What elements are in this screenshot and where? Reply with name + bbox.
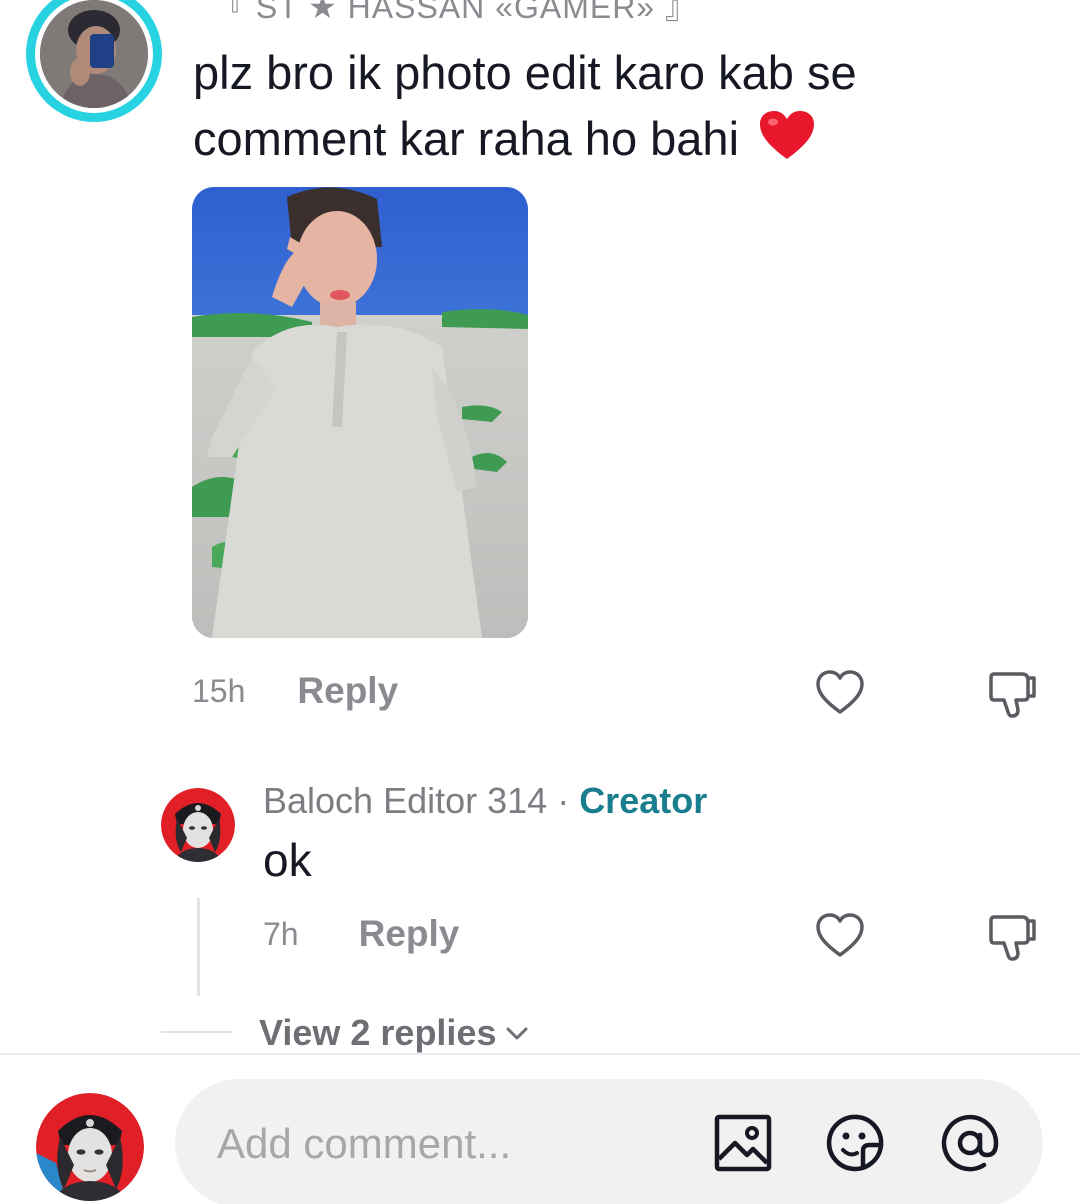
reply-author-line: Baloch Editor 314 · Creator bbox=[263, 780, 707, 822]
mention-at-icon[interactable] bbox=[938, 1111, 1002, 1175]
reply-author-name[interactable]: Baloch Editor 314 bbox=[263, 780, 547, 821]
creator-avatar[interactable] bbox=[161, 788, 235, 862]
view-replies-label: View 2 replies bbox=[259, 1012, 497, 1053]
reply-text: ok bbox=[263, 834, 312, 886]
comments-panel: 『 ST ★ HASSAN «GAMER» 』 plz bro ik photo… bbox=[0, 0, 1080, 1204]
thread-line bbox=[197, 898, 200, 996]
heart-outline-icon[interactable] bbox=[814, 910, 866, 962]
my-avatar[interactable] bbox=[36, 1093, 144, 1201]
reply-button[interactable]: Reply bbox=[297, 670, 398, 712]
view-replies-divider bbox=[161, 1031, 233, 1033]
thumbs-down-icon[interactable] bbox=[986, 909, 1040, 963]
add-comment-input[interactable] bbox=[215, 1113, 679, 1175]
image-icon[interactable] bbox=[711, 1111, 775, 1175]
author-separator: · bbox=[547, 780, 580, 821]
emoji-icon[interactable] bbox=[823, 1111, 887, 1175]
heart-outline-icon[interactable] bbox=[814, 667, 866, 719]
creator-badge: Creator bbox=[579, 780, 708, 821]
comment-text: plz bro ik photo edit karo kab se commen… bbox=[193, 46, 857, 165]
reply-meta: 7h Reply bbox=[263, 909, 459, 959]
comment-body: plz bro ik photo edit karo kab se commen… bbox=[193, 40, 1013, 178]
view-replies-button[interactable]: View 2 replies bbox=[259, 1012, 532, 1054]
comment-attached-photo[interactable] bbox=[192, 187, 528, 638]
commenter-avatar-photo bbox=[40, 0, 148, 108]
red-heart-emoji bbox=[758, 109, 816, 178]
reply-reply-button[interactable]: Reply bbox=[359, 913, 460, 955]
chevron-down-icon bbox=[506, 1027, 528, 1040]
comment-meta: 15h Reply bbox=[192, 666, 398, 716]
commenter-avatar[interactable] bbox=[26, 0, 162, 122]
thumbs-down-icon[interactable] bbox=[986, 666, 1040, 720]
reply-time: 7h bbox=[263, 915, 299, 952]
composer-divider bbox=[0, 1053, 1080, 1055]
comment-time: 15h bbox=[192, 672, 246, 709]
commenter-username[interactable]: 『 ST ★ HASSAN «GAMER» 』 bbox=[213, 0, 698, 28]
comment-composer bbox=[175, 1079, 1043, 1204]
